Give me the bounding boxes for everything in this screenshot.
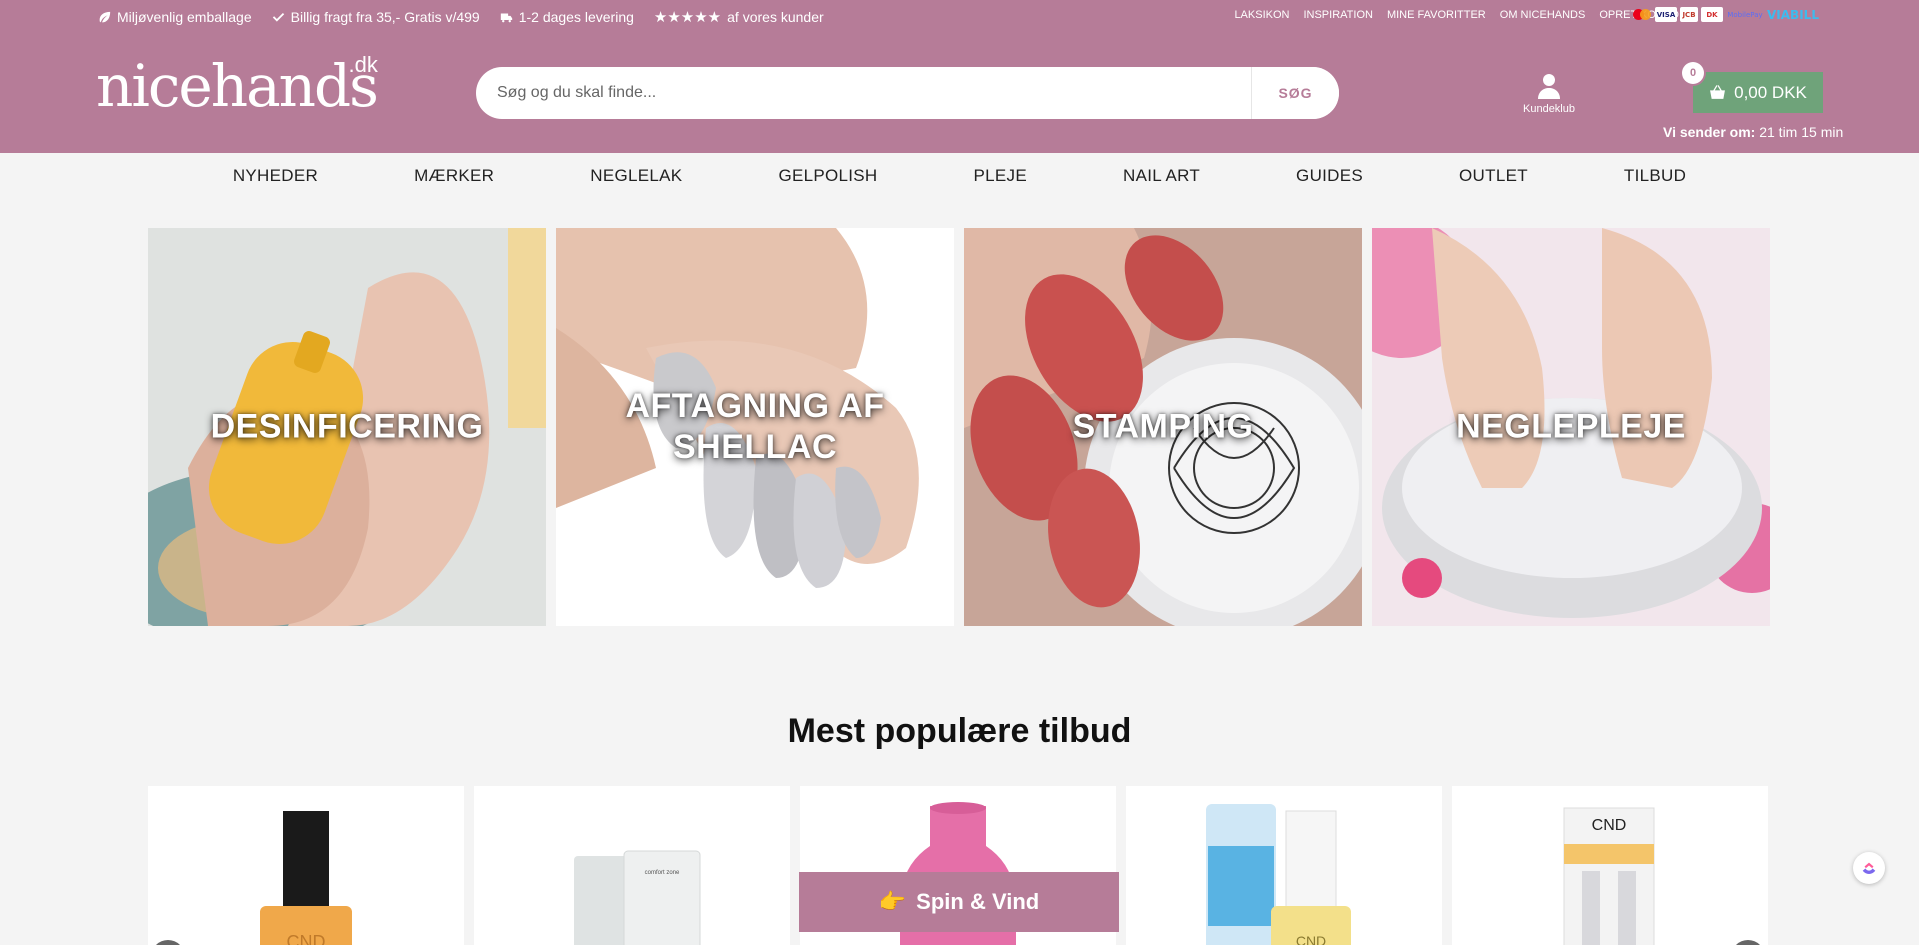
category-label: DESINFICERING xyxy=(210,407,484,446)
category-tile-stamping[interactable]: STAMPING xyxy=(964,228,1362,626)
cart-total: 0,00 DKK xyxy=(1734,82,1807,102)
basket-icon xyxy=(1710,85,1726,99)
shipping-time: 21 tim 15 min xyxy=(1759,124,1844,140)
usp-text: Billig fragt fra 35,- Gratis v/499 xyxy=(290,9,480,25)
category-tile-desinficering[interactable]: DESINFICERING xyxy=(148,228,546,626)
nav-neglelak[interactable]: NEGLELAK xyxy=(542,166,730,186)
rating-text: af vores kunder xyxy=(727,9,824,25)
logo-suffix: .dk xyxy=(348,52,378,77)
svg-text:CND: CND xyxy=(1592,817,1627,834)
nav-outlet[interactable]: OUTLET xyxy=(1411,166,1576,186)
star-rating-icon: ★★★★★ xyxy=(653,9,722,26)
viabill-icon: VIABILL xyxy=(1767,7,1819,22)
nav-tilbud[interactable]: TILBUD xyxy=(1576,166,1734,186)
visa-icon: VISA xyxy=(1655,7,1677,22)
link-laksikon[interactable]: LAKSIKON xyxy=(1234,9,1289,21)
usp-item: Miljøvenlig emballage xyxy=(98,9,252,25)
category-label: AFTAGNING AF SHELLAC xyxy=(625,387,885,466)
cart-count-badge: 0 xyxy=(1682,62,1704,84)
category-label: STAMPING xyxy=(1072,407,1254,446)
mastercard-icon xyxy=(1632,7,1652,22)
jcb-icon: JCB xyxy=(1680,7,1698,22)
nav-guides[interactable]: GUIDES xyxy=(1248,166,1411,186)
user-icon xyxy=(1538,74,1560,99)
search-bar: SØG xyxy=(476,67,1339,119)
help-widget-icon[interactable] xyxy=(1853,852,1885,884)
cart-button[interactable]: 0,00 DKK xyxy=(1693,72,1823,113)
pointing-hand-icon: 👉 xyxy=(878,889,907,915)
main-nav: NYHEDER MÆRKER NEGLELAK GELPOLISH PLEJE … xyxy=(0,153,1919,199)
clickup-icon xyxy=(1862,862,1876,874)
leaf-icon xyxy=(99,11,111,22)
product-image: CND xyxy=(260,811,352,945)
link-inspiration[interactable]: INSPIRATION xyxy=(1303,9,1372,21)
product-card[interactable]: CND xyxy=(1452,786,1768,945)
shipping-countdown: Vi sender om: 21 tim 15 min xyxy=(1663,124,1843,140)
spin-and-win-button[interactable]: 👉 Spin & Vind xyxy=(799,872,1119,932)
svg-text:CND: CND xyxy=(1296,933,1326,945)
site-logo[interactable]: nicehands .dk xyxy=(96,52,379,116)
link-mine-favoritter[interactable]: MINE FAVORITTER xyxy=(1387,9,1486,21)
payment-icons: VISA JCB DK MobilePay VIABILL xyxy=(1632,7,1819,22)
truck-icon xyxy=(500,12,512,22)
search-input[interactable] xyxy=(476,67,1251,119)
kundeklub-link[interactable]: Kundeklub xyxy=(1516,72,1582,115)
usp-text: 1-2 dages levering xyxy=(518,9,634,25)
kundeklub-label: Kundeklub xyxy=(1523,103,1575,115)
product-card[interactable]: CND xyxy=(1126,786,1442,945)
link-om-nicehands[interactable]: OM NICEHANDS xyxy=(1500,9,1586,21)
usp-bar: Miljøvenlig emballage Billig fragt fra 3… xyxy=(98,8,824,26)
category-tile-aftagning-af-shellac[interactable]: AFTAGNING AF SHELLAC xyxy=(556,228,954,626)
section-title: Mest populære tilbud xyxy=(787,712,1132,750)
top-links: LAKSIKON INSPIRATION MINE FAVORITTER OM … xyxy=(1234,9,1679,21)
nav-nail-art[interactable]: NAIL ART xyxy=(1075,166,1248,186)
category-tiles: DESINFICERING AFTAGNING AF SHELLAC STAMP… xyxy=(148,228,1770,626)
dankort-icon: DK xyxy=(1701,7,1723,22)
product-image: comfort zone xyxy=(574,850,701,945)
svg-text:CND: CND xyxy=(287,932,326,945)
search-button[interactable]: SØG xyxy=(1251,67,1339,119)
product-card[interactable]: comfort zone xyxy=(474,786,790,945)
product-card[interactable]: CND xyxy=(148,786,464,945)
category-tile-neglepleje[interactable]: NEGLEPLEJE xyxy=(1372,228,1770,626)
mobilepay-icon: MobilePay xyxy=(1727,10,1763,19)
usp-text: Miljøvenlig emballage xyxy=(117,9,252,25)
product-image: CND xyxy=(1206,804,1351,945)
spin-label: Spin & Vind xyxy=(916,889,1040,914)
shipping-label: Vi sender om: xyxy=(1663,124,1756,140)
category-label: NEGLEPLEJE xyxy=(1456,407,1686,446)
svg-text:comfort zone: comfort zone xyxy=(645,870,680,876)
site-header: Miljøvenlig emballage Billig fragt fra 3… xyxy=(0,0,1919,153)
rating-usp: ★★★★★ af vores kunder xyxy=(654,8,824,26)
usp-item: 1-2 dages levering xyxy=(500,9,634,25)
nav-maerker[interactable]: MÆRKER xyxy=(366,166,542,186)
check-icon xyxy=(272,12,284,22)
nav-pleje[interactable]: PLEJE xyxy=(926,166,1075,186)
nav-nyheder[interactable]: NYHEDER xyxy=(185,166,366,186)
nav-gelpolish[interactable]: GELPOLISH xyxy=(730,166,925,186)
product-image: CND xyxy=(1563,807,1655,945)
logo-text: nicehands xyxy=(96,52,379,120)
usp-item: Billig fragt fra 35,- Gratis v/499 xyxy=(272,9,480,25)
